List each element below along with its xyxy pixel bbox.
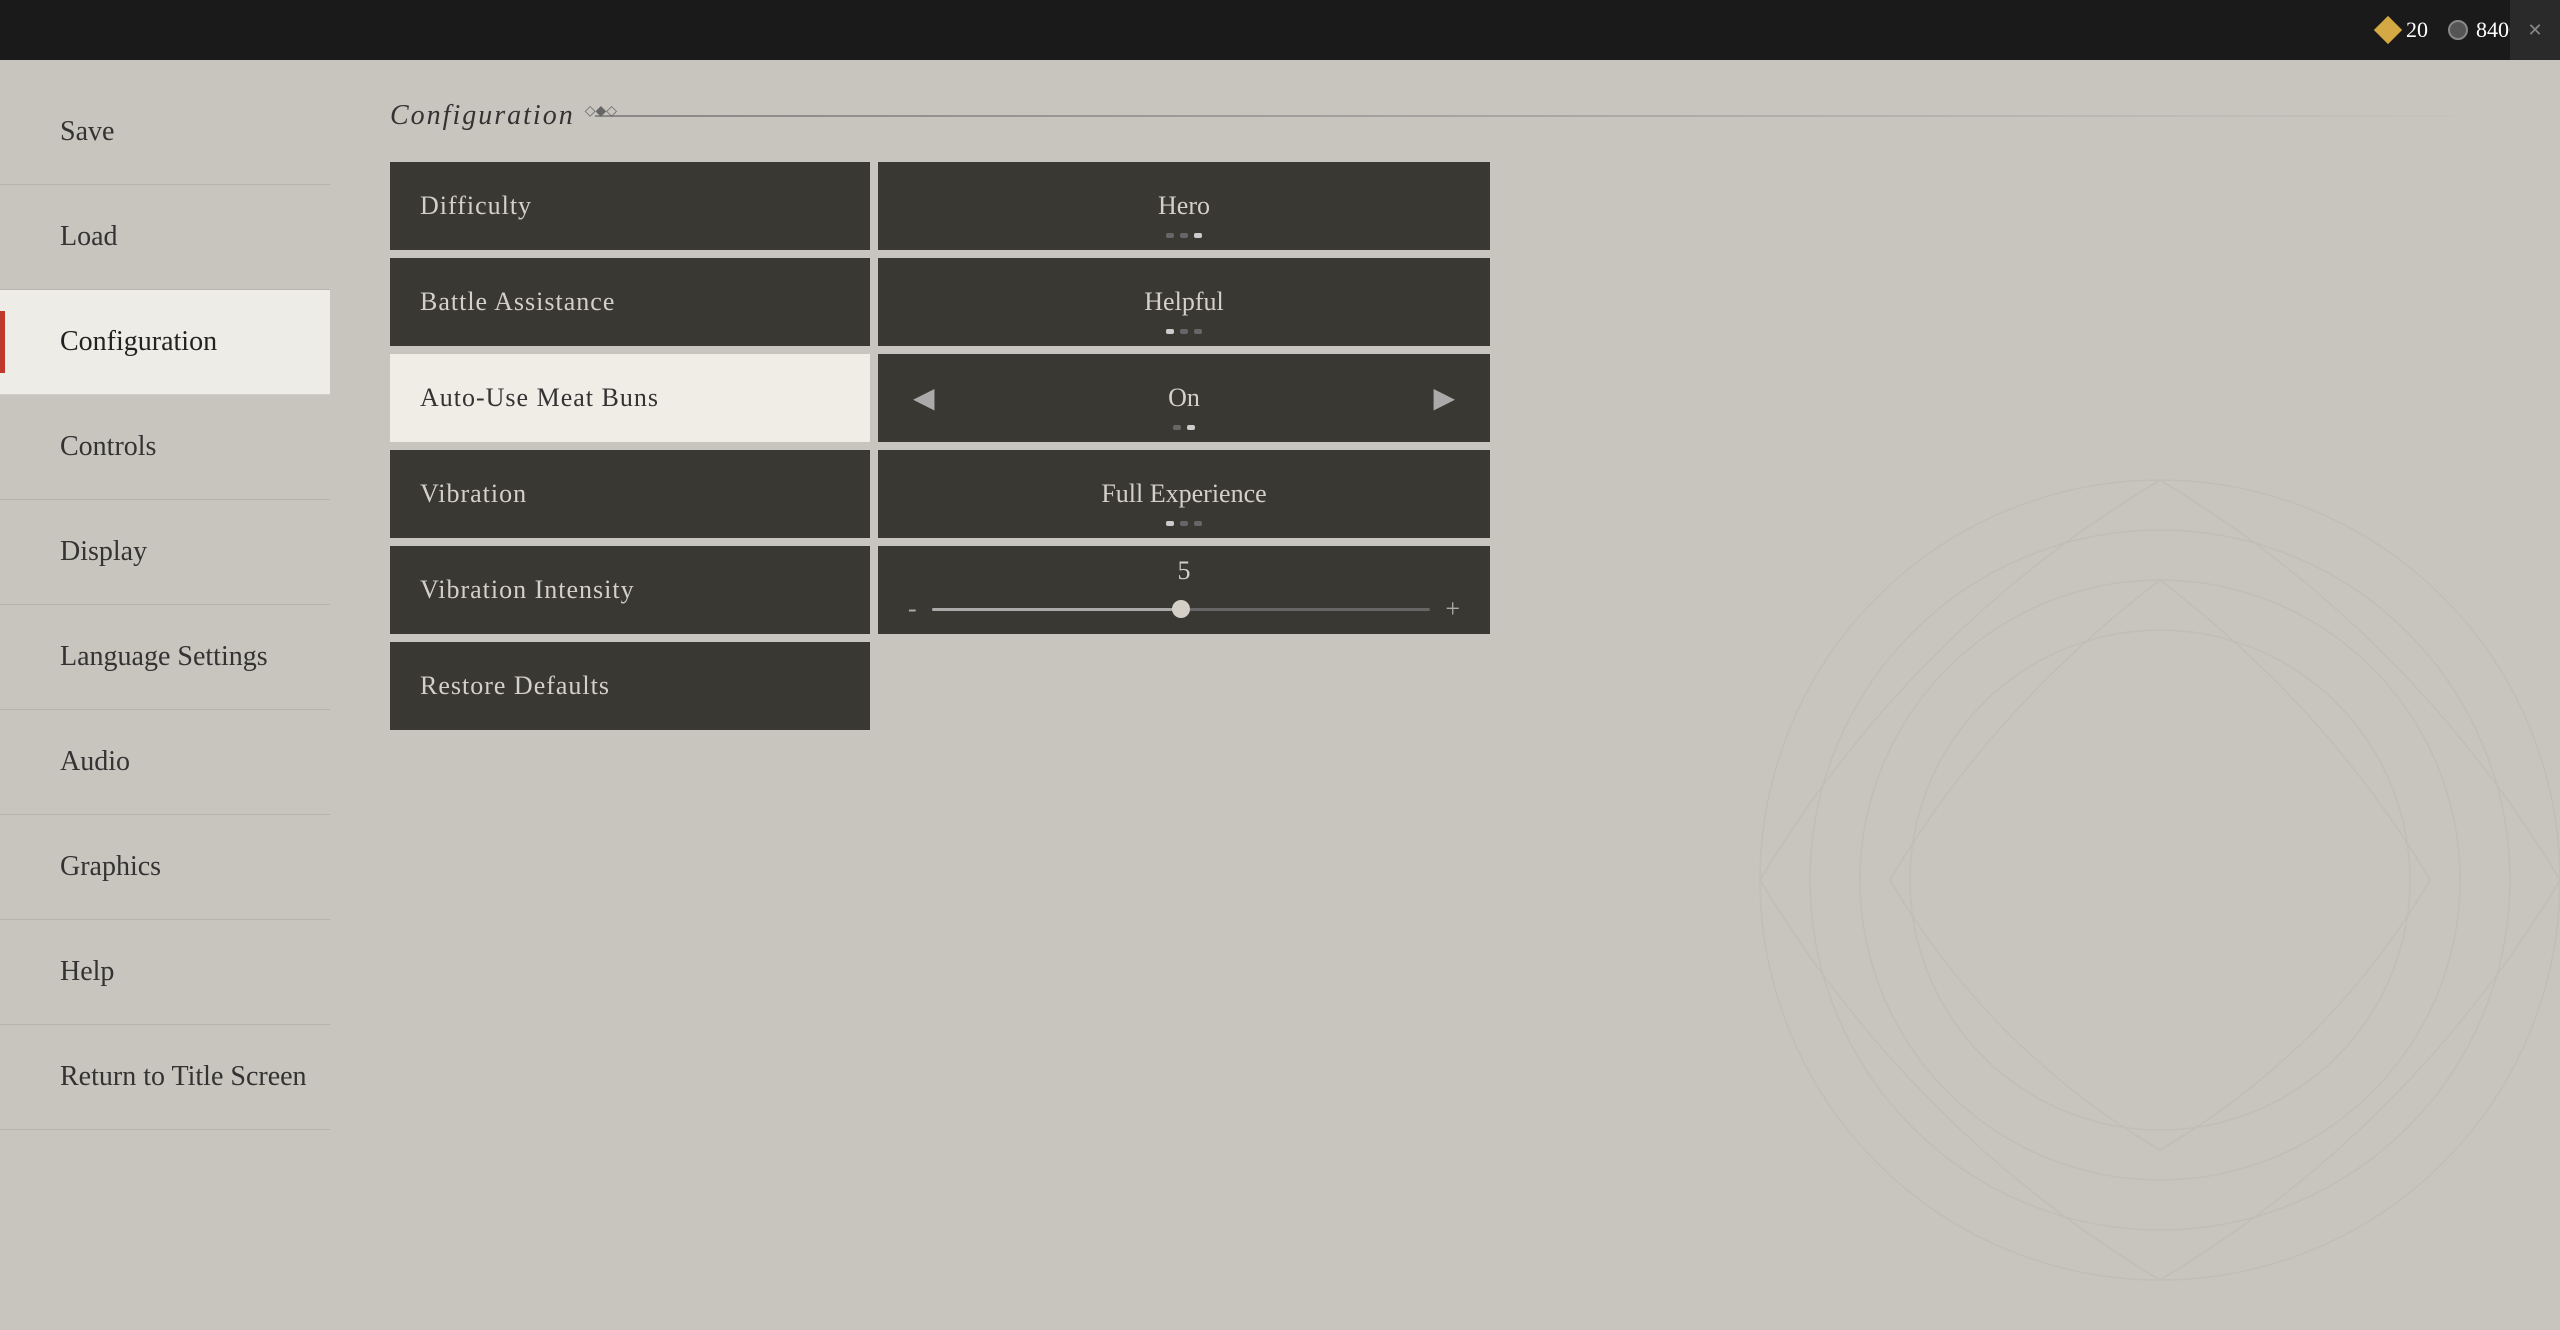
right-arrow-button[interactable]: ▶: [1418, 376, 1470, 420]
dot-3: [1194, 233, 1202, 238]
setting-row-difficulty: Difficulty Hero: [390, 162, 1490, 250]
circle-icon: [2448, 20, 2468, 40]
page-title: Configuration: [390, 100, 575, 132]
top-bar-corner: ✕: [2510, 0, 2560, 60]
diamond-currency: 20: [2378, 17, 2428, 43]
setting-row-vibration-intensity: Vibration Intensity 5 - +: [390, 546, 1490, 634]
sidebar-item-audio-label: Audio: [60, 746, 130, 778]
sidebar-item-return-to-title[interactable]: Return to Title Screen: [0, 1025, 330, 1130]
dot-2: [1180, 233, 1188, 238]
dot-2: [1180, 329, 1188, 334]
main-content: Configuration Difficulty Hero Battle Ass…: [330, 60, 2560, 1280]
battle-assistance-dots: [1166, 329, 1202, 334]
slider-track-row: - +: [908, 594, 1460, 624]
auto-use-meat-buns-value[interactable]: ◀ On ▶: [878, 354, 1490, 442]
vibration-dots: [1166, 521, 1202, 526]
sidebar-item-help-label: Help: [60, 956, 114, 988]
slider-fill: [932, 608, 1181, 611]
sidebar-item-audio[interactable]: Audio: [0, 710, 330, 815]
dot-1: [1166, 521, 1174, 526]
settings-container: Difficulty Hero Battle Assistance Helpfu…: [390, 162, 1490, 730]
sidebar-item-load-label: Load: [60, 221, 118, 253]
sidebar-item-return-to-title-label: Return to Title Screen: [60, 1061, 307, 1093]
slider-track[interactable]: [932, 608, 1431, 611]
sidebar-item-load[interactable]: Load: [0, 185, 330, 290]
difficulty-dots: [1166, 233, 1202, 238]
difficulty-value[interactable]: Hero: [878, 162, 1490, 250]
slider-plus-button[interactable]: +: [1445, 594, 1460, 624]
sidebar-item-save-label: Save: [60, 116, 114, 148]
sidebar-item-configuration-label: Configuration: [60, 326, 217, 358]
dot-1: [1166, 233, 1174, 238]
vibration-label: Vibration: [390, 450, 870, 538]
vibration-value[interactable]: Full Experience: [878, 450, 1490, 538]
setting-row-battle-assistance: Battle Assistance Helpful: [390, 258, 1490, 346]
dot-1: [1173, 425, 1181, 430]
sidebar-item-language-settings[interactable]: Language Settings: [0, 605, 330, 710]
sidebar-item-configuration[interactable]: Configuration: [0, 290, 330, 395]
sidebar: Save Load Configuration Controls Display…: [0, 60, 330, 1280]
diamond-amount: 20: [2406, 17, 2428, 43]
auto-use-meat-buns-label: Auto-Use Meat Buns: [390, 354, 870, 442]
dot-3: [1194, 521, 1202, 526]
restore-defaults-button[interactable]: Restore Defaults: [390, 642, 870, 730]
setting-row-vibration: Vibration Full Experience: [390, 450, 1490, 538]
title-decoration: [595, 115, 2500, 117]
sidebar-item-display[interactable]: Display: [0, 500, 330, 605]
battle-assistance-label: Battle Assistance: [390, 258, 870, 346]
slider-thumb[interactable]: [1172, 600, 1190, 618]
corner-arrows-icon: ✕: [2527, 20, 2542, 41]
config-header: Configuration: [390, 100, 2500, 132]
auto-use-dots: [1173, 425, 1195, 430]
dot-2: [1180, 521, 1188, 526]
vibration-intensity-label: Vibration Intensity: [390, 546, 870, 634]
sidebar-item-graphics-label: Graphics: [60, 851, 161, 883]
dot-3: [1194, 329, 1202, 334]
setting-row-auto-use-meat-buns: Auto-Use Meat Buns ◀ On ▶: [390, 354, 1490, 442]
slider-value: 5: [1178, 556, 1191, 586]
sidebar-item-language-settings-label: Language Settings: [60, 641, 268, 673]
sidebar-item-graphics[interactable]: Graphics: [0, 815, 330, 920]
diamond-icon: [2374, 16, 2402, 44]
sidebar-item-controls-label: Controls: [60, 431, 156, 463]
sidebar-item-save[interactable]: Save: [0, 80, 330, 185]
battle-assistance-value[interactable]: Helpful: [878, 258, 1490, 346]
dot-2: [1187, 425, 1195, 430]
sidebar-item-help[interactable]: Help: [0, 920, 330, 1025]
difficulty-label: Difficulty: [390, 162, 870, 250]
sidebar-item-display-label: Display: [60, 536, 147, 568]
dot-1: [1166, 329, 1174, 334]
vibration-intensity-value: 5 - +: [878, 546, 1490, 634]
slider-container: 5 - +: [878, 556, 1490, 624]
restore-defaults-row: Restore Defaults: [390, 642, 1490, 730]
top-bar: 20 8400 ✕: [0, 0, 2560, 60]
sidebar-item-controls[interactable]: Controls: [0, 395, 330, 500]
left-arrow-button[interactable]: ◀: [898, 376, 950, 420]
slider-minus-button[interactable]: -: [908, 594, 917, 624]
